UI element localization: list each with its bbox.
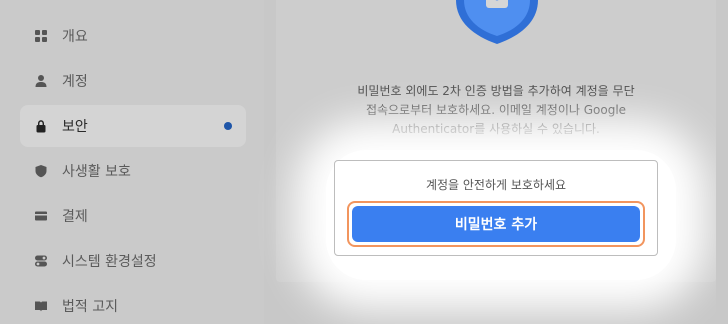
scrollbar[interactable] (716, 0, 728, 324)
sidebar-item-label: 법적 고지 (62, 299, 118, 315)
add-password-button[interactable]: 비밀번호 추가 (352, 206, 640, 242)
sidebar-item-label: 시스템 환경설정 (62, 254, 157, 270)
sidebar-item-account[interactable]: 계정 (20, 60, 246, 102)
book-icon (34, 299, 48, 313)
person-icon (34, 74, 48, 88)
shield-icon (34, 164, 48, 178)
security-description: 비밀번호 외에도 2차 인증 방법을 추가하여 계정을 무단 접속으로부터 보호… (316, 82, 676, 139)
grid-icon (34, 29, 48, 43)
sidebar-item-system-preferences[interactable]: 시스템 환경설정 (20, 240, 246, 282)
sidebar-item-label: 사생활 보호 (62, 164, 131, 180)
sidebar-item-privacy[interactable]: 사생활 보호 (20, 150, 246, 192)
description-line: 비밀번호 외에도 2차 인증 방법을 추가하여 계정을 무단 (357, 84, 635, 98)
sidebar-item-billing[interactable]: 결제 (20, 195, 246, 237)
active-indicator-dot (224, 122, 232, 130)
sidebar-item-label: 개요 (62, 29, 88, 45)
sidebar-item-label: 계정 (62, 74, 88, 90)
sidebar-item-security[interactable]: 보안 (20, 105, 246, 147)
protect-account-box: 계정을 안전하게 보호하세요 비밀번호 추가 (334, 160, 658, 256)
description-line: Authenticator를 사용하실 수 있습니다. (392, 122, 600, 136)
sidebar-item-overview[interactable]: 개요 (20, 15, 246, 57)
description-line: 접속으로부터 보호하세요. 이메일 계정이나 Google (365, 103, 627, 117)
protect-account-caption: 계정을 안전하게 보호하세요 (425, 178, 567, 192)
sidebar-item-label: 결제 (62, 209, 88, 225)
security-card: 비밀번호 외에도 2차 인증 방법을 추가하여 계정을 무단 접속으로부터 보호… (276, 0, 716, 282)
toggle-icon (34, 254, 48, 268)
card-icon (34, 209, 48, 223)
lock-icon (34, 119, 48, 133)
sidebar: 개요 계정 보안 사생활 보호 결제 시스템 환경설정 법적 고지 (0, 0, 264, 324)
sidebar-item-label: 보안 (62, 119, 88, 135)
shield-lock-illustration-icon (454, 0, 540, 44)
sidebar-item-legal[interactable]: 법적 고지 (20, 285, 246, 324)
